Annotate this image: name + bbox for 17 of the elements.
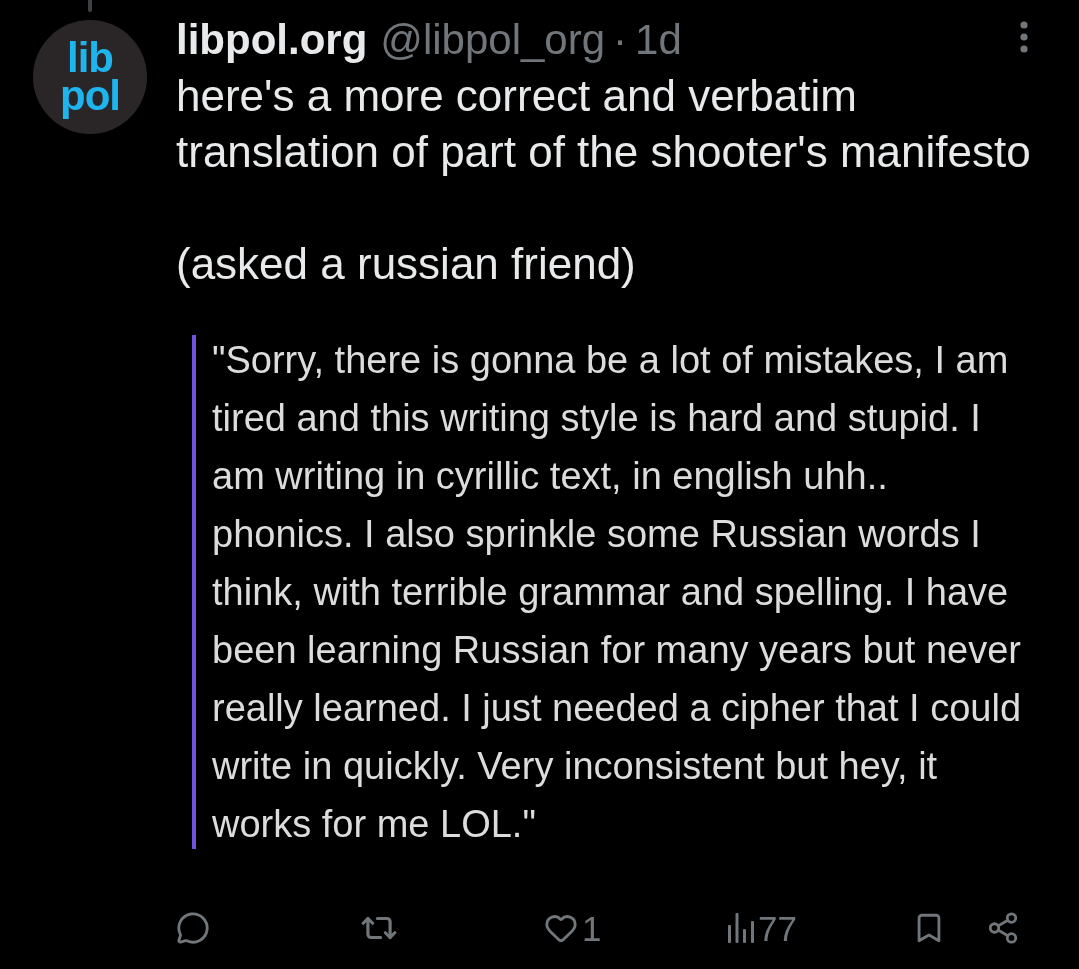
post-text: (asked a russian friend)	[176, 238, 637, 290]
quote-text: "Sorry, there is gonna be a lot of mistakes, I am tired and this writing style is hard and stupid. I am writing in cyrillic text, in english uhh.. phonics. I also sprinkle some Russian words I think, with terrible grammar and spelling. I have been learning Russian for many years but never really learned. I just needed a cipher that I could write in quickly. Very inconsistent but hey, it works for me LOL."	[212, 338, 1022, 847]
share-icon	[986, 911, 1020, 945]
speech-bubble-icon	[176, 911, 210, 945]
reply-button[interactable]	[176, 911, 210, 945]
like-button[interactable]: 1	[544, 910, 602, 946]
more-icon	[1020, 21, 1028, 53]
bar-chart-icon	[728, 913, 754, 943]
logo-text: lib	[67, 39, 113, 77]
author-name[interactable]: libpol.org	[176, 12, 368, 68]
post-text: here's a more correct and verbatim translation of part of the shooter's manifesto	[176, 70, 1032, 178]
views-button[interactable]: 77	[728, 910, 797, 946]
author-handle[interactable]: @libpol_org	[380, 12, 606, 68]
post-time[interactable]: 1d	[635, 12, 682, 68]
separator-dot: ·	[613, 15, 628, 65]
avatar[interactable]: lib pol	[33, 20, 147, 134]
share-button[interactable]	[986, 911, 1020, 945]
